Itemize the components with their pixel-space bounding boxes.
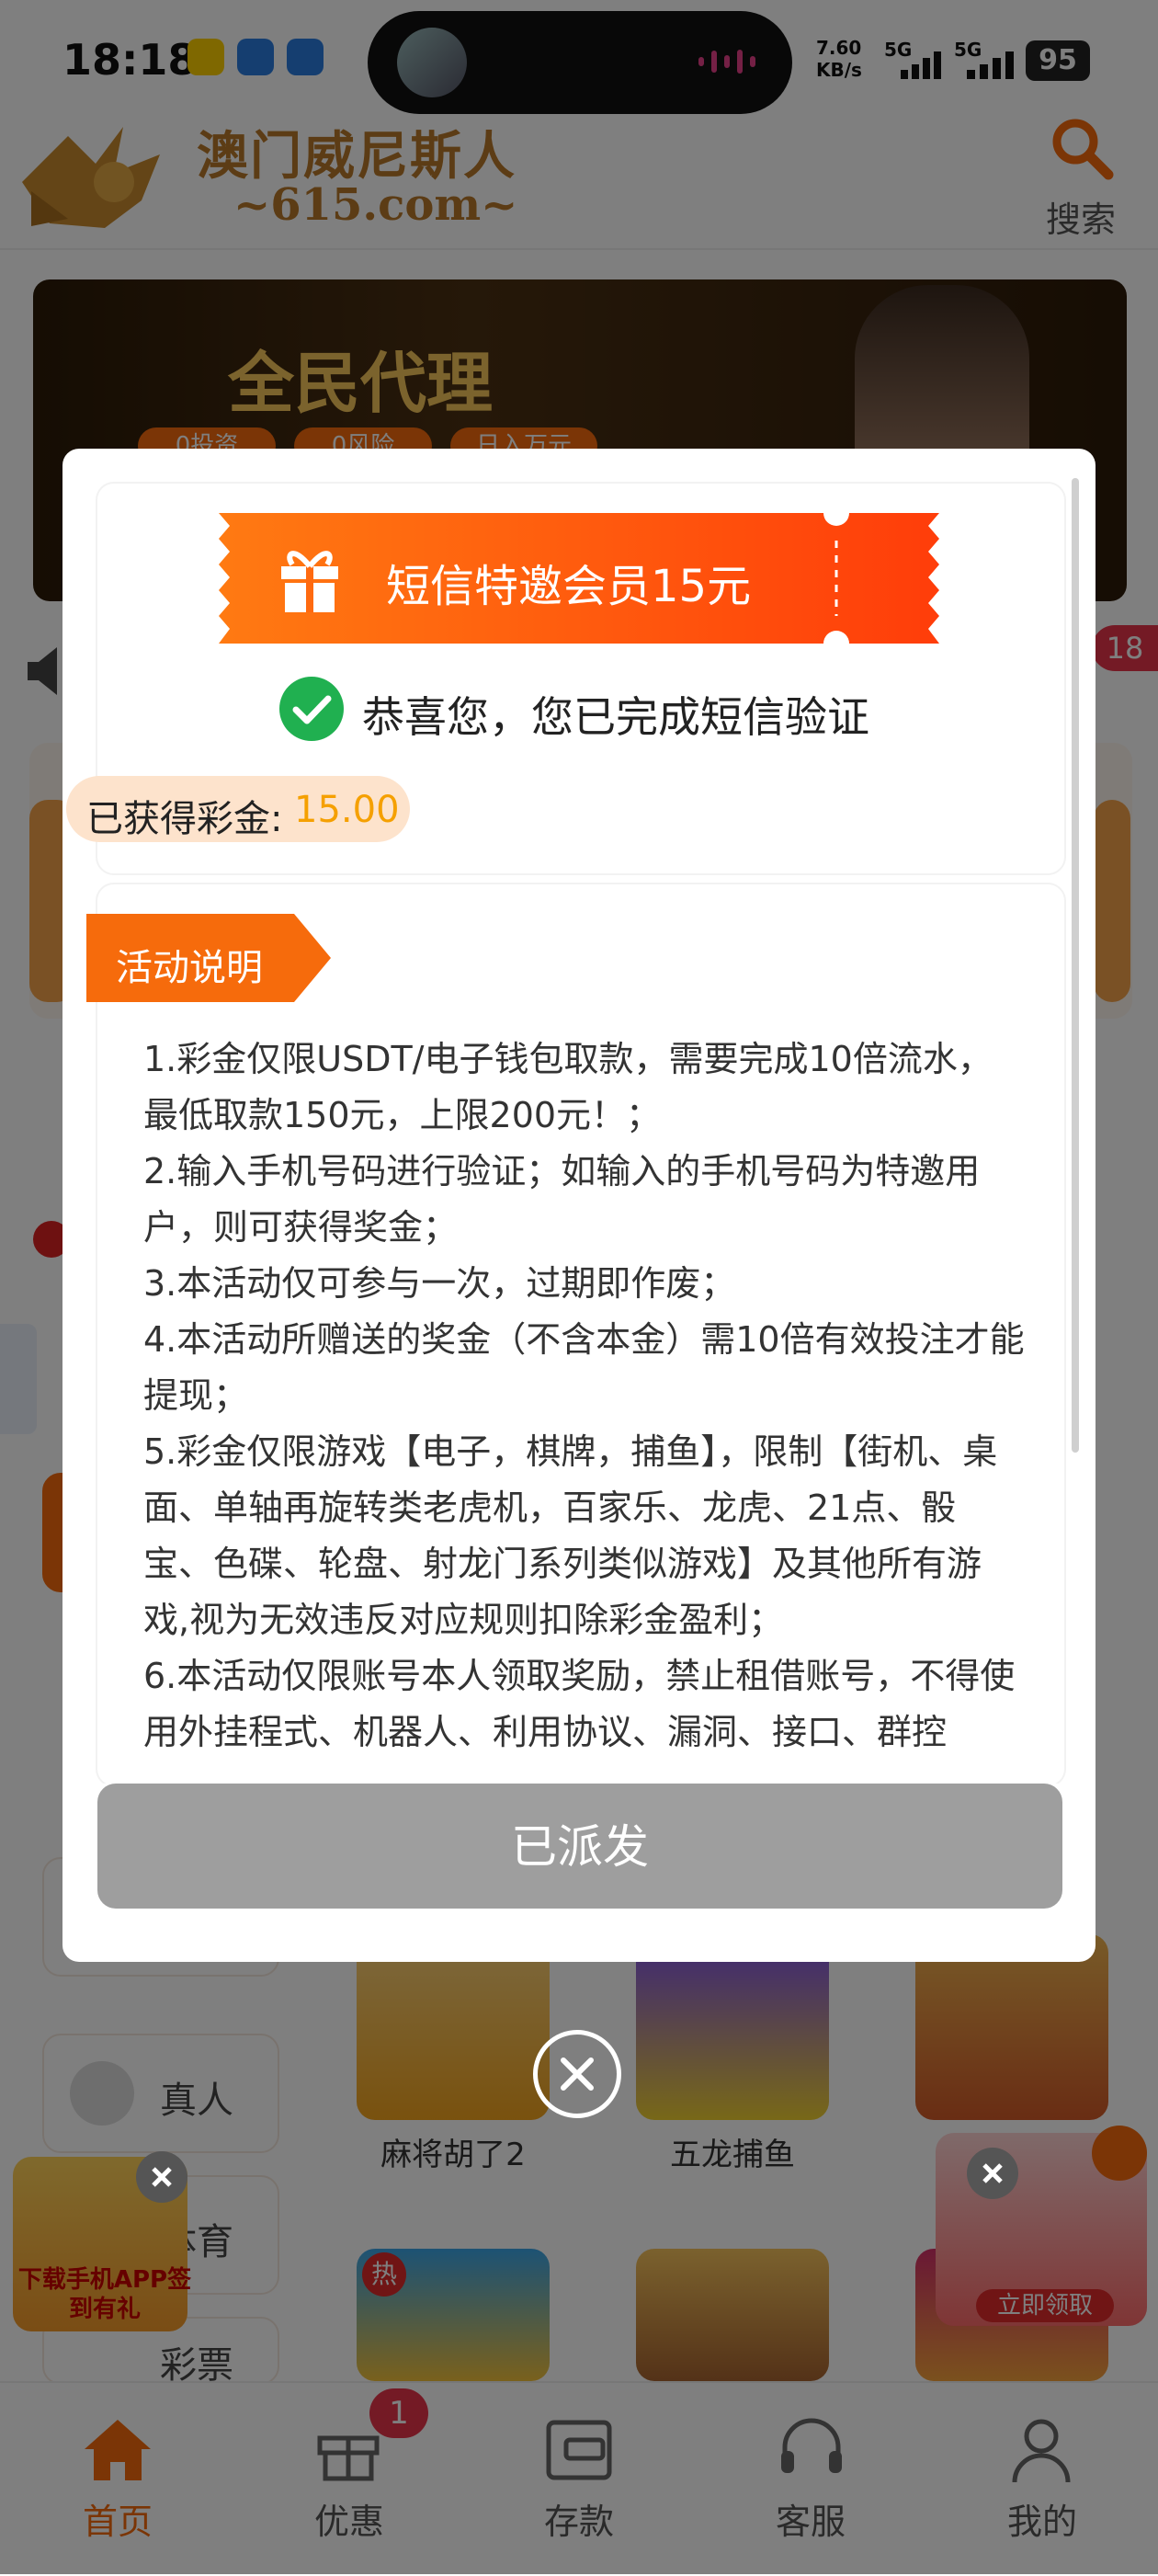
rule-item: 5.彩金仅限游戏【电子，棋牌，捕鱼】，限制【街机、桌面、单轴再旋转类老虎机，百家… [143, 1431, 998, 1640]
close-icon [152, 2167, 172, 2187]
ribbon-title: 短信特邀会员15元 [386, 561, 752, 612]
close-modal-button[interactable] [533, 2030, 621, 2118]
close-promo-right-button[interactable] [967, 2148, 1018, 2199]
close-promo-left-button[interactable] [136, 2151, 187, 2203]
rule-item: 3.本活动仅可参与一次，过期即作废； [143, 1263, 736, 1304]
earned-bonus-label: 已获得彩金: [86, 798, 283, 840]
close-icon [561, 2057, 594, 2091]
distributed-button[interactable]: 已派发 [97, 1784, 1062, 1909]
rule-item: 1.彩金仅限USDT/电子钱包取款，需要完成10倍流水，最低取款150元，上限2… [143, 1039, 993, 1135]
earned-bonus-value: 15.00 [294, 789, 400, 831]
rules-list[interactable]: 1.彩金仅限USDT/电子钱包取款，需要完成10倍流水，最低取款150元，上限2… [143, 1032, 1026, 1785]
success-check-icon [279, 677, 344, 741]
rule-item: 2.输入手机号码进行验证；如输入的手机号码为特邀用户，则可获得奖金； [143, 1151, 981, 1248]
rules-title: 活动说明 [116, 947, 263, 989]
rule-item: 6.本活动仅限账号本人领取奖励，禁止租借账号，不得使用外挂程式、机器人、利用协议… [143, 1656, 1016, 1752]
close-icon [982, 2163, 1003, 2183]
rule-item: 4.本活动所赠送的奖金（不含本金）需10倍有效投注才能提现； [143, 1319, 1025, 1416]
verification-success-text: 恭喜您，您已完成短信验证 [362, 692, 869, 742]
modal-scrollbar[interactable] [1072, 478, 1079, 1453]
gift-icon [281, 551, 338, 612]
